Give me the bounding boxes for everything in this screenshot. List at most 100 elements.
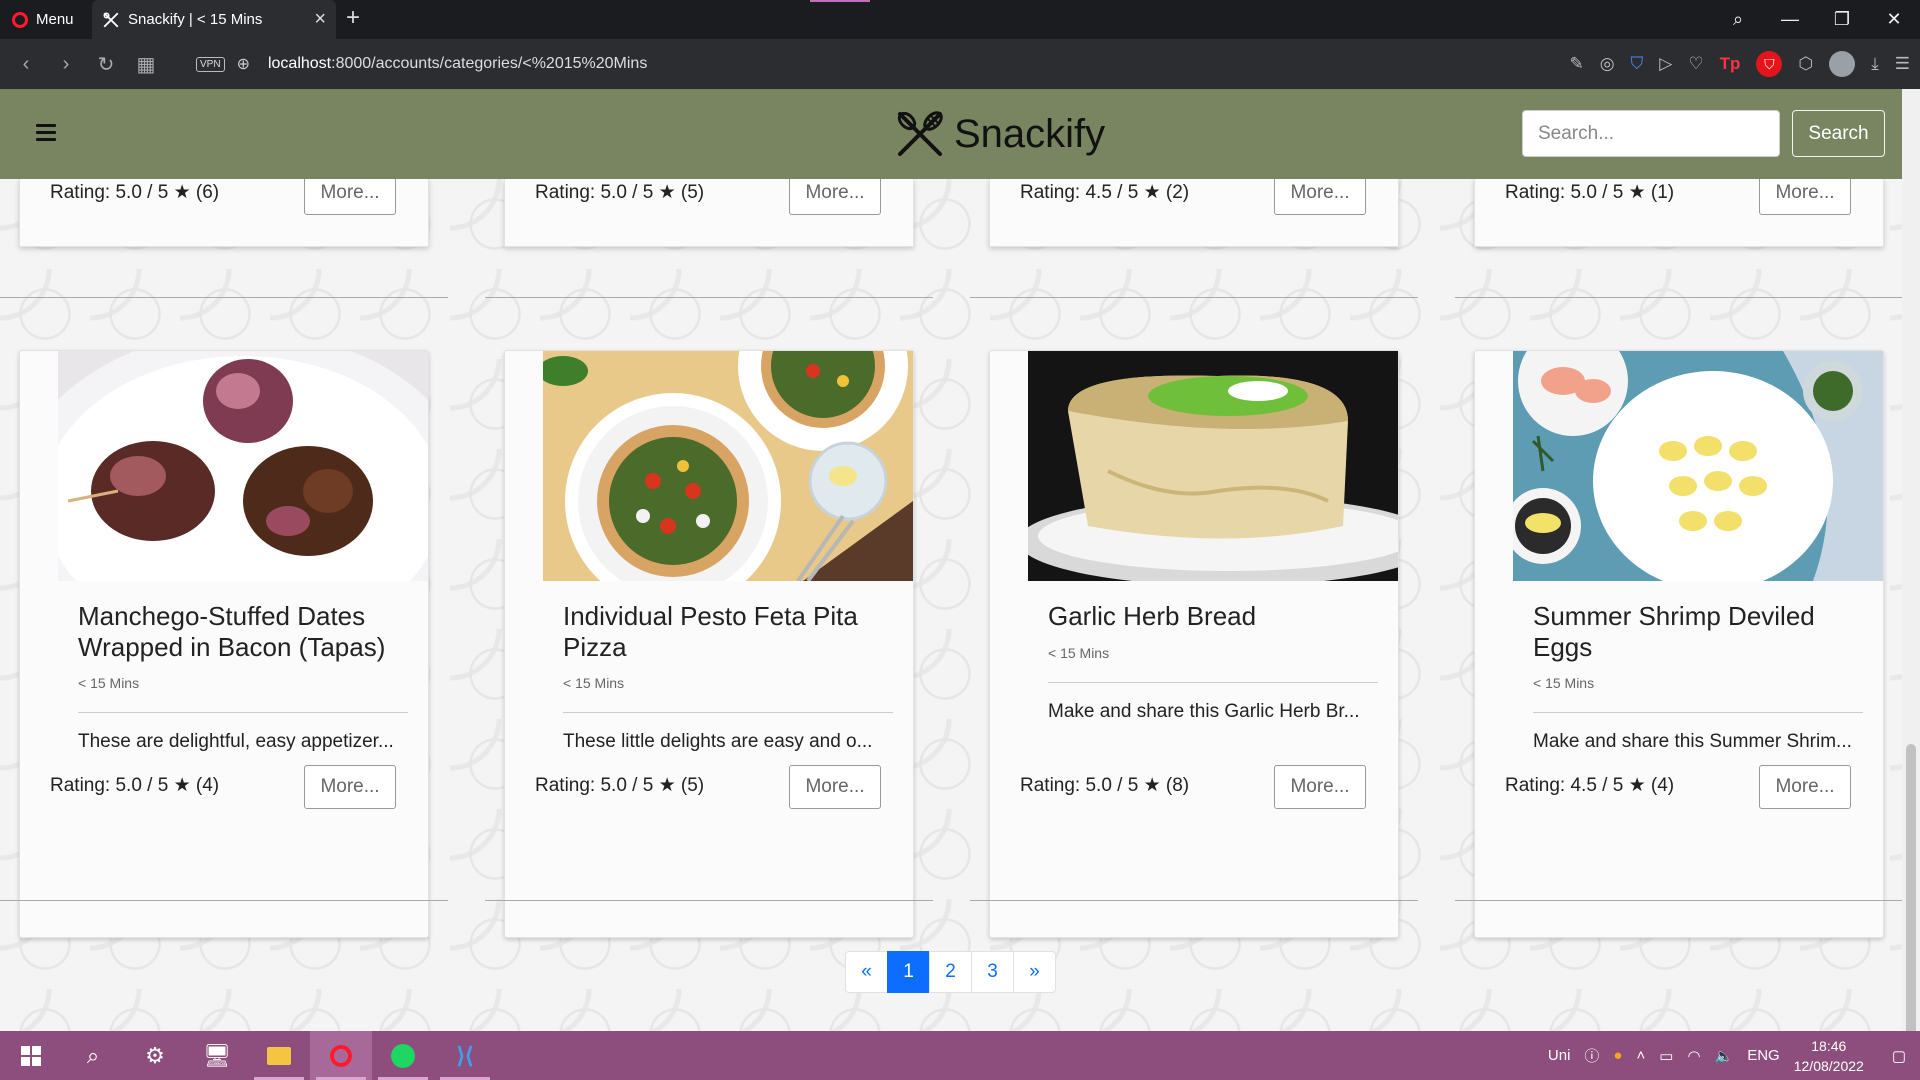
card-separator xyxy=(1533,712,1863,713)
heart-icon[interactable]: ♡ xyxy=(1688,54,1703,74)
recipe-card: Garlic Herb Bread < 15 Mins Make and sha… xyxy=(989,350,1399,938)
help-icon[interactable]: ⓘ xyxy=(1584,1045,1599,1066)
pagination-page-1[interactable]: 1 xyxy=(887,951,930,993)
close-window-icon[interactable]: ✕ xyxy=(1868,9,1920,30)
taskbar-search-icon[interactable]: ⌕ xyxy=(62,1031,124,1080)
recipe-description: These are delightful, easy appetizer... xyxy=(78,731,394,752)
restore-icon[interactable]: ❐ xyxy=(1816,9,1868,30)
card-rating: Rating: 4.5 / 5 ★ (2) xyxy=(1020,182,1190,203)
recipe-title[interactable]: Individual Pesto Feta Pita Pizza xyxy=(563,601,893,663)
card-rating: Rating: 5.0 / 5 ★ (5) xyxy=(535,775,705,796)
recipe-image-garlic-bread[interactable] xyxy=(1028,351,1398,581)
tab-strip-accent xyxy=(810,0,870,2)
opera-logo-icon xyxy=(12,11,28,28)
clock[interactable]: 18:46 12/08/2022 xyxy=(1794,1036,1864,1076)
menu-label: Menu xyxy=(36,11,74,28)
spotify-icon[interactable] xyxy=(372,1031,434,1080)
forward-icon[interactable]: › xyxy=(46,53,86,76)
page-viewport: Snackify Search Rating: 5.0 / 5 ★ (6) Mo… xyxy=(0,89,1920,1031)
card-rating: Rating: 5.0 / 5 ★ (5) xyxy=(535,182,705,203)
site-navbar: Snackify Search xyxy=(0,89,1902,179)
computer-app-icon[interactable]: 🖥 xyxy=(186,1031,248,1080)
input-indicator[interactable]: Uni xyxy=(1548,1047,1571,1064)
globe-icon[interactable]: ⊕ xyxy=(237,54,250,74)
row-divider xyxy=(485,297,933,298)
hamburger-menu-icon[interactable] xyxy=(36,124,56,145)
tp-extension-icon[interactable]: Tp xyxy=(1720,54,1741,74)
wifi-icon[interactable]: ◠ xyxy=(1687,1047,1700,1065)
pagination-prev[interactable]: « xyxy=(845,951,888,993)
battery-icon[interactable]: ▭ xyxy=(1659,1047,1673,1065)
minimize-icon[interactable]: — xyxy=(1764,9,1816,30)
card-separator xyxy=(563,712,893,713)
brand-logo[interactable]: Snackify xyxy=(894,107,1105,161)
camera-icon[interactable]: ◎ xyxy=(1600,54,1615,74)
start-button-icon[interactable] xyxy=(0,1031,62,1080)
settings-gear-icon[interactable]: ⚙ xyxy=(124,1031,186,1080)
cube-icon[interactable]: ⬡ xyxy=(1798,54,1813,74)
vertical-scrollbar[interactable] xyxy=(1902,89,1920,1031)
notification-dot-icon[interactable]: ● xyxy=(1613,1047,1622,1064)
shield-check-icon[interactable]: ⛉ xyxy=(1631,54,1644,74)
back-icon[interactable]: ‹ xyxy=(6,53,46,76)
vertical-scroll-thumb[interactable] xyxy=(1906,744,1916,1031)
more-button[interactable]: More... xyxy=(1274,765,1366,809)
more-button[interactable]: More... xyxy=(789,765,881,809)
search-input[interactable] xyxy=(1522,110,1780,157)
url-host: localhost xyxy=(267,55,332,72)
vpn-badge[interactable]: VPN xyxy=(196,56,225,72)
clock-date: 12/08/2022 xyxy=(1793,1057,1864,1074)
recipe-time: < 15 Mins xyxy=(78,675,140,691)
adblock-shield-icon[interactable]: ⛉ xyxy=(1756,51,1783,77)
recipe-card-partial: Rating: 5.0 / 5 ★ (6) More... xyxy=(19,171,429,247)
recipe-card-partial: Rating: 5.0 / 5 ★ (5) More... xyxy=(504,171,914,247)
close-tab-icon[interactable]: × xyxy=(314,8,326,31)
easy-setup-icon[interactable]: ☰ xyxy=(1895,54,1910,74)
row-divider xyxy=(0,900,448,901)
recipe-image-pesto-pizza[interactable] xyxy=(543,351,913,581)
recipe-title[interactable]: Garlic Herb Bread xyxy=(1048,601,1378,632)
address-bar: ‹ › ↻ ▦ VPN ⊕ localhost:8000/accounts/ca… xyxy=(0,39,1920,89)
snackify-favicon-icon xyxy=(103,12,119,27)
card-rating: Rating: 5.0 / 5 ★ (6) xyxy=(50,182,220,203)
tabs-grid-icon[interactable]: ▦ xyxy=(126,52,166,77)
opera-browser-icon[interactable] xyxy=(310,1031,372,1080)
edit-icon[interactable]: ✎ xyxy=(1569,54,1583,74)
card-rating: Rating: 5.0 / 5 ★ (4) xyxy=(50,775,220,796)
windows-taskbar: ⌕ ⚙ 🖥 ⟩⟨ Uni ⓘ ● ˄ ▭ ◠ 🔈 ENG 18:46 12/08… xyxy=(0,1031,1920,1080)
file-explorer-icon[interactable] xyxy=(248,1031,310,1080)
recipe-title[interactable]: Summer Shrimp Deviled Eggs xyxy=(1533,601,1863,663)
row-divider xyxy=(970,297,1418,298)
url-field[interactable]: localhost:8000/accounts/categories/<%201… xyxy=(268,55,647,73)
profile-avatar[interactable] xyxy=(1829,51,1856,77)
opera-menu-button[interactable]: Menu xyxy=(6,0,90,39)
send-icon[interactable]: ▷ xyxy=(1659,54,1672,74)
card-rating: Rating: 4.5 / 5 ★ (4) xyxy=(1505,775,1675,796)
browser-tab-strip: Menu Snackify | < 15 Mins × + ⌕ — ❐ ✕ xyxy=(0,0,1920,39)
whisk-spatula-logo-icon xyxy=(897,111,943,156)
more-button[interactable]: More... xyxy=(1759,765,1851,809)
reload-icon[interactable]: ↻ xyxy=(86,52,126,77)
clock-time: 18:46 xyxy=(1811,1037,1847,1054)
tray-chevron-icon[interactable]: ˄ xyxy=(1636,1047,1645,1064)
pagination-page-2[interactable]: 2 xyxy=(929,951,972,993)
pagination-page-3[interactable]: 3 xyxy=(971,951,1014,993)
recipe-image-deviled-eggs[interactable] xyxy=(1513,351,1883,581)
browser-tab-active[interactable]: Snackify | < 15 Mins × xyxy=(92,0,336,39)
recipe-image-bacon-dates[interactable] xyxy=(58,351,428,581)
action-center-icon[interactable]: ▢ xyxy=(1892,1047,1906,1065)
volume-icon[interactable]: 🔈 xyxy=(1715,1047,1734,1065)
recipe-card-partial: Rating: 4.5 / 5 ★ (2) More... xyxy=(989,171,1399,247)
window-controls: ⌕ — ❐ ✕ xyxy=(1712,0,1920,39)
download-icon[interactable]: ⤓ xyxy=(1871,54,1879,74)
more-button[interactable]: More... xyxy=(304,765,396,809)
recipe-description: Make and share this Garlic Herb Br... xyxy=(1048,701,1360,722)
search-button[interactable]: Search xyxy=(1792,110,1885,157)
row-divider xyxy=(485,900,933,901)
recipe-title[interactable]: Manchego-Stuffed Dates Wrapped in Bacon … xyxy=(78,601,408,663)
browser-search-icon[interactable]: ⌕ xyxy=(1712,9,1764,30)
pagination-next[interactable]: » xyxy=(1013,951,1056,993)
vscode-icon[interactable]: ⟩⟨ xyxy=(434,1031,496,1080)
new-tab-icon[interactable]: + xyxy=(346,4,360,32)
language-indicator[interactable]: ENG xyxy=(1747,1047,1780,1064)
